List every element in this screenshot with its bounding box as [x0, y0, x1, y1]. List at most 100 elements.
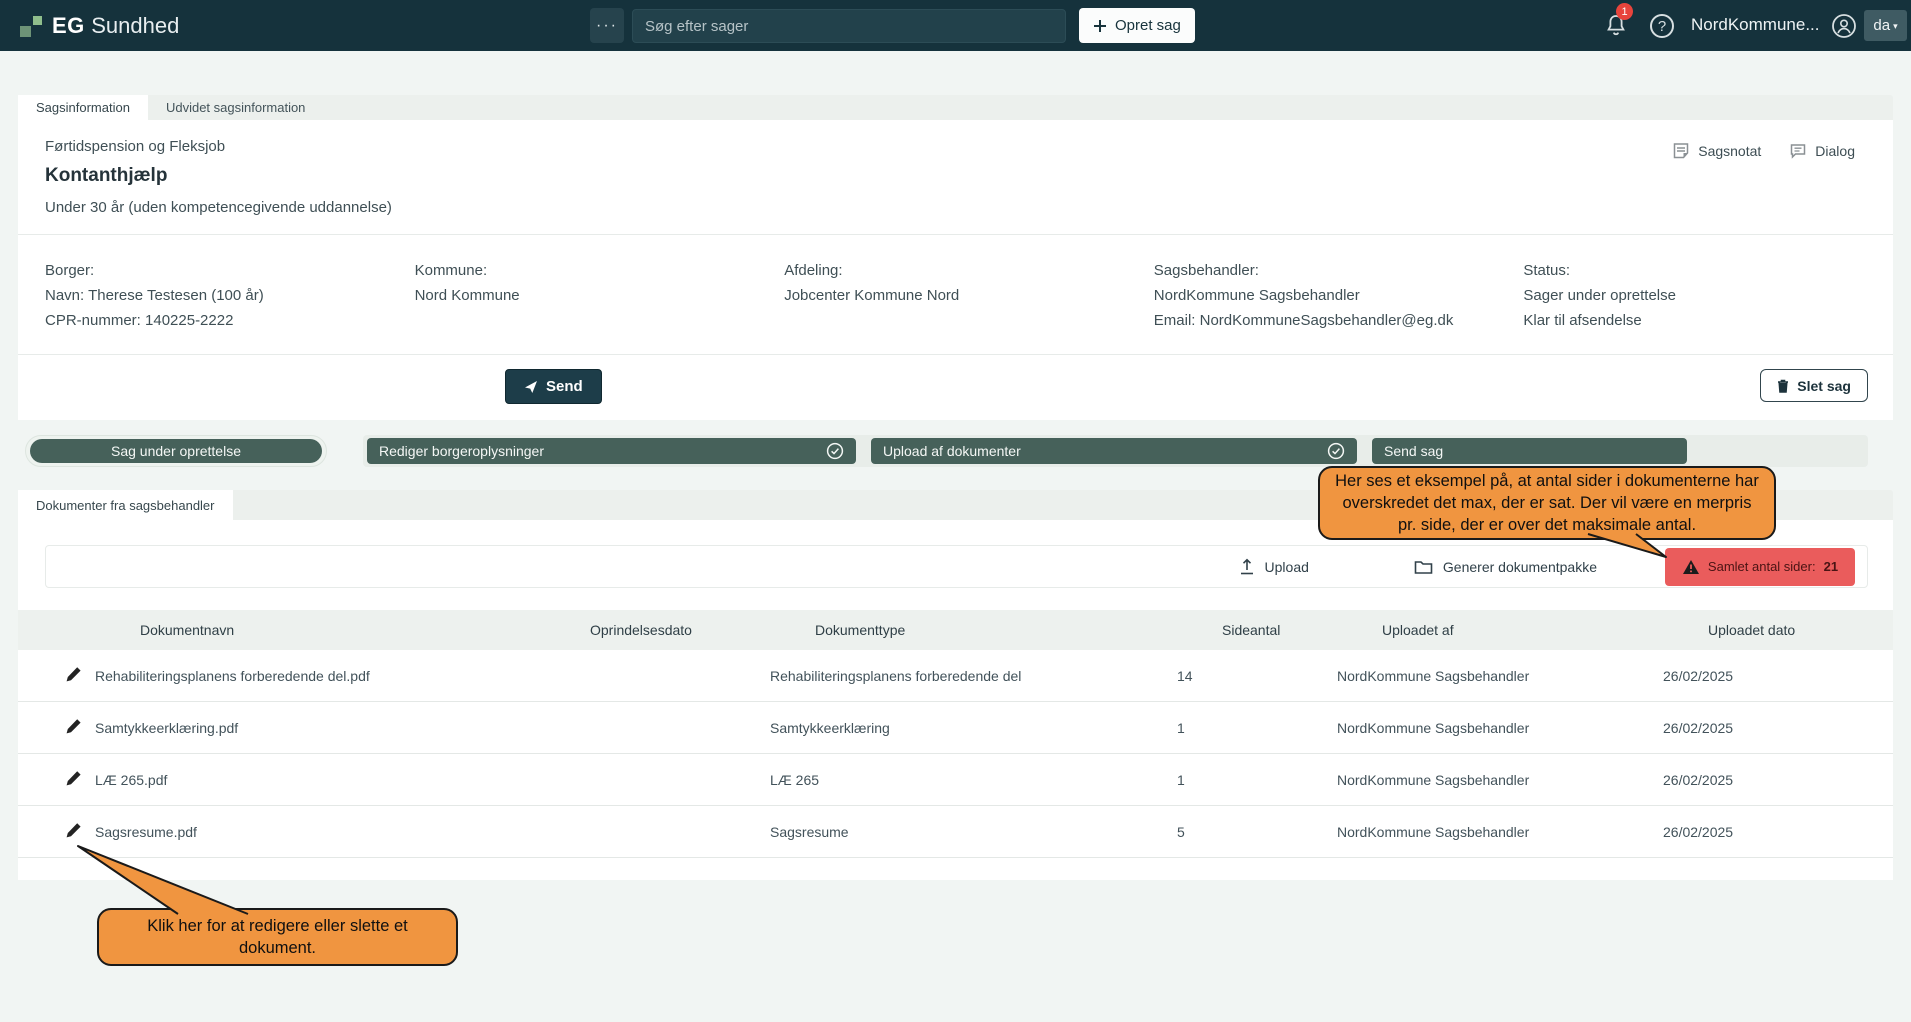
person-icon: [1831, 13, 1857, 39]
table-header: Dokumentnavn Oprindelsesdato Dokumenttyp…: [18, 610, 1893, 650]
documents-toolbar: Upload Generer dokumentpakke Samlet anta…: [45, 545, 1868, 588]
afdeling-value: Jobcenter Kommune Nord: [784, 284, 1154, 308]
info-col-borger: Borger: Navn: Therese Testesen (100 år) …: [45, 259, 415, 334]
send-button[interactable]: Send: [505, 369, 602, 404]
check-circle-icon: [826, 442, 844, 460]
language-label: da: [1873, 17, 1890, 34]
user-account-button[interactable]: [1831, 13, 1857, 39]
help-button[interactable]: ?: [1650, 14, 1674, 38]
question-mark-icon: ?: [1658, 18, 1666, 35]
notification-count-badge: 1: [1616, 3, 1633, 20]
case-note-label: Sagsnotat: [1698, 143, 1761, 159]
search-input[interactable]: [632, 9, 1066, 43]
case-note-button[interactable]: Sagsnotat: [1672, 142, 1761, 160]
doc-pages: 14: [1177, 668, 1337, 684]
notifications-button[interactable]: 1: [1604, 12, 1634, 42]
pages-warning-label: Samlet antal sider:: [1708, 559, 1816, 574]
documents-table: Dokumentnavn Oprindelsesdato Dokumenttyp…: [18, 610, 1893, 858]
chevron-down-icon: ▾: [1893, 21, 1898, 32]
doc-uploaded-by: NordKommune Sagsbehandler: [1337, 668, 1663, 684]
pencil-icon: [65, 666, 82, 683]
plus-icon: [1093, 19, 1107, 33]
sagsbehandler-label: Sagsbehandler:: [1154, 259, 1524, 283]
step-send-sag[interactable]: Send sag: [1372, 438, 1687, 464]
step-label: Upload af dokumenter: [883, 443, 1021, 459]
page-title: Kontanthjælp: [45, 165, 1893, 187]
info-col-status: Status: Sager under oprettelse Klar til …: [1523, 259, 1893, 334]
more-menu-button[interactable]: ···: [590, 8, 624, 43]
case-info-row: Borger: Navn: Therese Testesen (100 år) …: [18, 235, 1893, 334]
edit-document-button[interactable]: [63, 768, 84, 792]
annotation-pages-callout: Her ses et eksempel på, at antal sider i…: [1318, 466, 1776, 540]
chat-icon: [1789, 142, 1807, 160]
case-status-pill-container: Sag under oprettelse: [25, 435, 327, 467]
app-window: EG Sundhed ··· Opret sag 1 ? NordKommune…: [0, 0, 1911, 1022]
doc-uploaded-by: NordKommune Sagsbehandler: [1337, 824, 1663, 840]
borger-name: Navn: Therese Testesen (100 år): [45, 284, 415, 308]
status-line1: Sager under oprettelse: [1523, 284, 1893, 308]
workflow-steps: Rediger borgeroplysninger Upload af doku…: [363, 435, 1868, 467]
col-dokumentnavn: Dokumentnavn: [140, 622, 590, 638]
doc-name: LÆ 265.pdf: [95, 772, 545, 788]
doc-type: LÆ 265: [770, 772, 1177, 788]
top-bar: EG Sundhed ··· Opret sag 1 ? NordKommune…: [0, 0, 1911, 51]
tab-udvidet-sagsinformation[interactable]: Udvidet sagsinformation: [148, 95, 323, 120]
case-tabstrip: Sagsinformation Udvidet sagsinformation: [18, 95, 1893, 120]
table-row: LÆ 265.pdf LÆ 265 1 NordKommune Sagsbeha…: [18, 754, 1893, 806]
kommune-label: Kommune:: [415, 259, 785, 283]
kommune-value: Nord Kommune: [415, 284, 785, 308]
pages-warning-badge: Samlet antal sider: 21: [1665, 548, 1855, 586]
status-label: Status:: [1523, 259, 1893, 283]
doc-uploaded-by: NordKommune Sagsbehandler: [1337, 720, 1663, 736]
edit-document-button[interactable]: [63, 820, 84, 844]
tab-dokumenter-fra-sagsbehandler[interactable]: Dokumenter fra sagsbehandler: [18, 490, 233, 520]
step-label: Rediger borgeroplysninger: [379, 443, 544, 459]
generate-package-button[interactable]: Generer dokumentpakke: [1414, 559, 1597, 575]
doc-uploaded-date: 26/02/2025: [1663, 720, 1893, 736]
check-circle-icon: [1327, 442, 1345, 460]
folder-icon: [1414, 559, 1433, 575]
brand-squares-icon: [20, 14, 42, 38]
step-upload-af-dokumenter[interactable]: Upload af dokumenter: [871, 438, 1357, 464]
send-label: Send: [546, 378, 583, 395]
case-card: Førtidspension og Fleksjob Kontanthjælp …: [18, 120, 1893, 420]
dialog-button[interactable]: Dialog: [1789, 142, 1855, 160]
doc-name: Samtykkeerklæring.pdf: [95, 720, 545, 736]
info-col-kommune: Kommune: Nord Kommune: [415, 259, 785, 334]
pencil-icon: [65, 770, 82, 787]
borger-label: Borger:: [45, 259, 415, 283]
col-sideantal: Sideantal: [1222, 622, 1382, 638]
status-line2: Klar til afsendelse: [1523, 309, 1893, 333]
app-logo: EG Sundhed: [20, 13, 179, 39]
col-dokumenttype: Dokumenttype: [815, 622, 1222, 638]
case-subtitle: Under 30 år (uden kompetencegivende udda…: [45, 199, 1893, 216]
case-status-pill[interactable]: Sag under oprettelse: [30, 439, 322, 463]
trash-icon: [1777, 379, 1789, 393]
info-col-sagsbehandler: Sagsbehandler: NordKommune Sagsbehandler…: [1154, 259, 1524, 334]
dialog-label: Dialog: [1815, 143, 1855, 159]
edit-document-button[interactable]: [63, 664, 84, 688]
doc-type: Sagsresume: [770, 824, 1177, 840]
edit-document-button[interactable]: [63, 716, 84, 740]
upload-button[interactable]: Upload: [1239, 558, 1309, 575]
borger-cpr: CPR-nummer: 140225-2222: [45, 309, 415, 333]
step-label: Send sag: [1384, 443, 1443, 459]
table-row: Sagsresume.pdf Sagsresume 5 NordKommune …: [18, 806, 1893, 858]
doc-pages: 5: [1177, 824, 1337, 840]
table-row: Samtykkeerklæring.pdf Samtykkeerklæring …: [18, 702, 1893, 754]
sagsbehandler-email: Email: NordKommuneSagsbehandler@eg.dk: [1154, 309, 1524, 333]
create-case-label: Opret sag: [1115, 17, 1181, 34]
col-oprindelsesdato: Oprindelsesdato: [590, 622, 815, 638]
delete-case-button[interactable]: Slet sag: [1760, 369, 1868, 402]
tab-sagsinformation[interactable]: Sagsinformation: [18, 95, 148, 120]
note-icon: [1672, 142, 1690, 160]
pencil-icon: [65, 718, 82, 735]
language-selector[interactable]: da ▾: [1864, 10, 1907, 41]
doc-uploaded-date: 26/02/2025: [1663, 824, 1893, 840]
upload-icon: [1239, 558, 1255, 575]
col-uploadet-dato: Uploadet dato: [1708, 622, 1893, 638]
create-case-button[interactable]: Opret sag: [1079, 8, 1195, 43]
step-rediger-borgeroplysninger[interactable]: Rediger borgeroplysninger: [367, 438, 856, 464]
delete-case-label: Slet sag: [1797, 378, 1851, 394]
annotation-edit-callout: Klik her for at redigere eller slette et…: [97, 908, 458, 966]
